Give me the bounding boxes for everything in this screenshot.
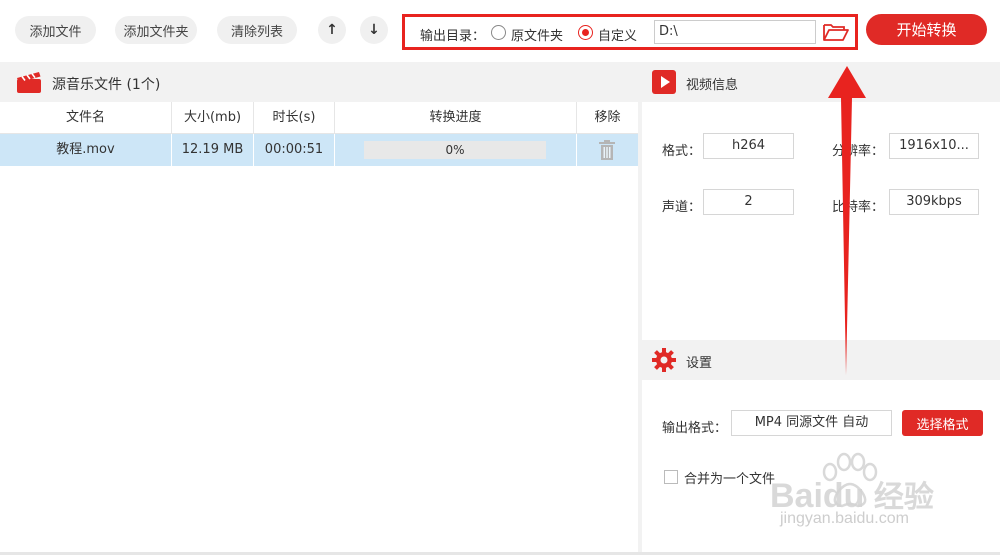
resolution-value: 1916x10... — [889, 133, 979, 159]
video-info-title: 视频信息 — [686, 78, 739, 93]
move-down-button[interactable]: ↓ — [360, 16, 388, 44]
settings-title: 设置 — [686, 356, 713, 371]
select-format-button[interactable]: 选择格式 — [902, 410, 983, 436]
output-format-label: 输出格式： — [662, 421, 728, 436]
output-directory-label: 输出目录： — [420, 29, 486, 44]
column-header-progress[interactable]: 转换进度 — [335, 102, 577, 134]
watermark-url: jingyan.baidu.com — [780, 510, 909, 527]
file-size-cell: 12.19 MB — [172, 134, 254, 166]
column-header-size[interactable]: 大小(mb) — [172, 102, 254, 134]
custom-folder-label[interactable]: 自定义 — [598, 25, 637, 44]
folder-open-icon — [823, 24, 849, 41]
table-row[interactable]: 教程.mov 12.19 MB 00:00:51 0% — [0, 134, 638, 166]
output-directory-group: 输出目录： 原文件夹 自定义 D:\ — [402, 14, 858, 50]
play-icon — [652, 70, 676, 94]
browse-folder-button[interactable] — [817, 20, 855, 44]
channel-value: 2 — [703, 189, 794, 215]
file-name-cell: 教程.mov — [0, 134, 172, 166]
clapperboard-icon — [17, 72, 41, 93]
output-path-input[interactable]: D:\ — [654, 20, 816, 44]
output-format-value: MP4 同源文件 自动 — [731, 410, 892, 436]
move-up-button[interactable]: ↑ — [318, 16, 346, 44]
settings-header: 设置 — [642, 340, 1000, 380]
file-remove-cell — [577, 134, 638, 166]
file-list-panel: 源音乐文件 (1个) 文件名 大小(mb) 时长(s) 转换进度 移除 教程.m… — [0, 62, 638, 552]
merge-files-checkbox[interactable] — [664, 470, 678, 484]
file-list-header: 源音乐文件 (1个) — [0, 62, 638, 102]
source-folder-radio[interactable] — [491, 25, 506, 40]
progress-text: 0% — [445, 143, 465, 157]
custom-folder-radio[interactable] — [578, 25, 593, 40]
arrow-up-icon: ↑ — [326, 22, 338, 38]
column-header-filename[interactable]: 文件名 — [0, 102, 172, 134]
format-label: 格式： — [662, 144, 702, 159]
file-duration-cell: 00:00:51 — [254, 134, 335, 166]
column-header-remove: 移除 — [594, 110, 621, 125]
file-progress-cell: 0% — [335, 134, 577, 166]
video-info-header: 视频信息 — [642, 62, 1000, 102]
format-value: h264 — [703, 133, 794, 159]
add-file-button[interactable]: 添加文件 — [15, 16, 96, 44]
trash-icon[interactable] — [598, 140, 616, 160]
bitrate-label: 比特率： — [832, 200, 885, 215]
file-list-title: 源音乐文件 (1个) — [52, 77, 161, 93]
clear-list-button[interactable]: 清除列表 — [217, 16, 297, 44]
gear-icon — [652, 348, 676, 372]
arrow-down-icon: ↓ — [368, 22, 380, 38]
start-conversion-button[interactable]: 开始转换 — [866, 14, 987, 45]
resolution-label: 分辨率： — [832, 144, 885, 159]
add-folder-button[interactable]: 添加文件夹 — [115, 16, 197, 44]
progress-bar: 0% — [364, 141, 546, 159]
bitrate-value: 309kbps — [889, 189, 979, 215]
channel-label: 声道： — [662, 200, 702, 215]
baidu-jingyan-watermark: Baidu 经验 jingyan.baidu.com — [760, 448, 960, 538]
source-folder-label[interactable]: 原文件夹 — [511, 25, 563, 44]
toolbar: 添加文件 添加文件夹 清除列表 ↑ ↓ 输出目录： 原文件夹 自定义 D:\ 开… — [0, 0, 1000, 60]
file-table-header: 文件名 大小(mb) 时长(s) 转换进度 移除 — [0, 102, 638, 134]
column-header-duration[interactable]: 时长(s) — [254, 102, 335, 134]
